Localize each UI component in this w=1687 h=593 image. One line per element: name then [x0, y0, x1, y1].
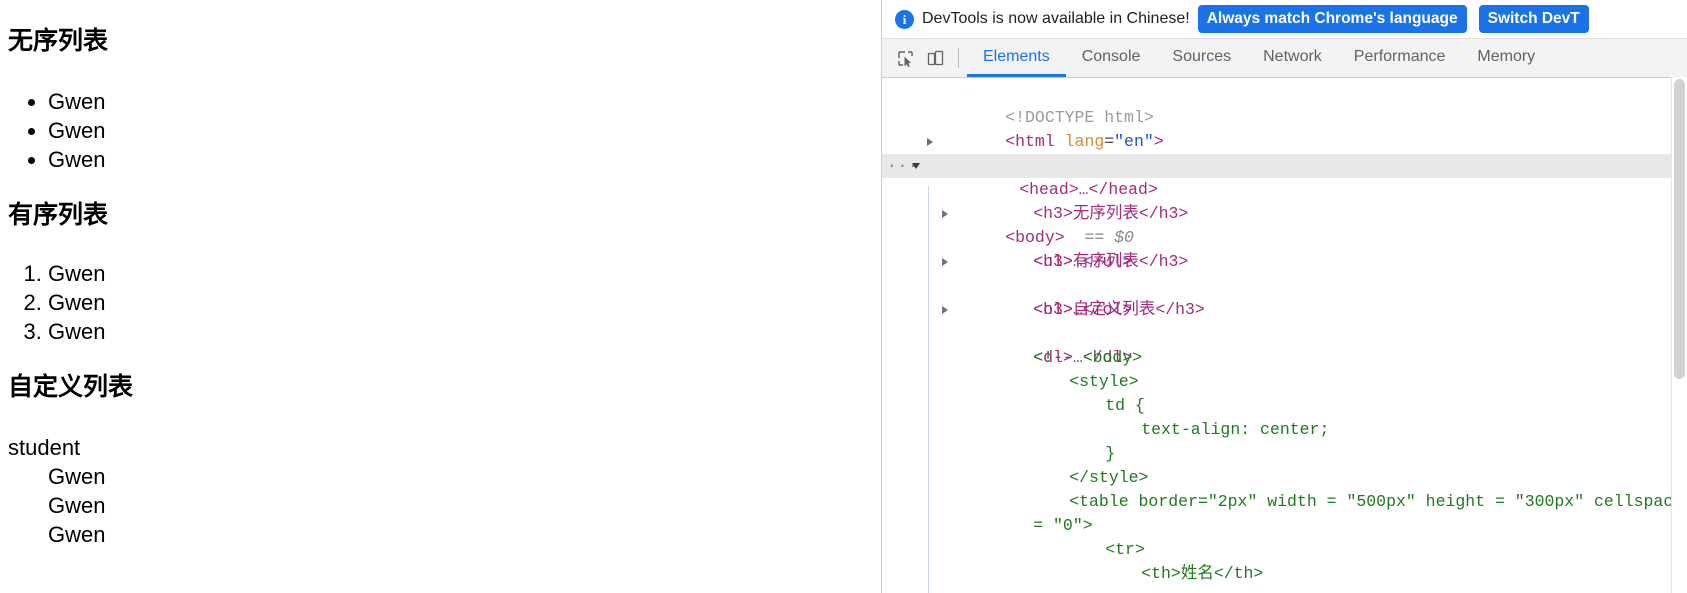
- tab-performance[interactable]: Performance: [1338, 39, 1462, 77]
- definition-description: Gwen: [48, 522, 106, 547]
- definition-list: student Gwen Gwen Gwen: [8, 433, 105, 549]
- dom-node-comment-line-6[interactable]: </style>: [882, 442, 1687, 487]
- page-heading-unordered: 无序列表: [8, 27, 109, 55]
- rendered-page-viewport: 无序列表 Gwen Gwen Gwen 有序列表 Gwen Gwen Gwen …: [0, 0, 881, 593]
- list-item: Gwen: [48, 317, 105, 346]
- dom-node-ol[interactable]: <ol>…</ol>: [882, 250, 1687, 319]
- dom-node-comment-line-5[interactable]: }: [882, 418, 1687, 463]
- banner-message: DevTools is now available in Chinese!: [922, 10, 1190, 27]
- dom-node-head[interactable]: <head>…</head>: [882, 130, 1687, 199]
- collapse-triangle-icon[interactable]: [912, 163, 920, 173]
- page-heading-definition: 自定义列表: [8, 373, 134, 401]
- expand-triangle-icon[interactable]: [942, 257, 948, 266]
- list-item: Gwen: [48, 259, 105, 288]
- definition-term: student: [8, 435, 81, 460]
- devtools-tabbar: Elements Console Sources Network Perform…: [882, 39, 1687, 78]
- dom-node-body[interactable]: ··· <body> == $0: [882, 154, 1687, 247]
- expand-triangle-icon[interactable]: [927, 137, 933, 146]
- expand-triangle-icon[interactable]: [942, 209, 948, 218]
- page-heading-ordered: 有序列表: [8, 201, 109, 229]
- dom-node-h3-ordered[interactable]: <h3>有序列表</h3>: [882, 226, 1687, 271]
- ordered-list: Gwen Gwen Gwen: [0, 259, 105, 346]
- list-item: Gwen: [48, 145, 105, 174]
- dom-node-comment-line-1[interactable]: <!-- <body>: [882, 322, 1687, 367]
- browser-screen: 无序列表 Gwen Gwen Gwen 有序列表 Gwen Gwen Gwen …: [0, 0, 1687, 593]
- dom-tree[interactable]: <!DOCTYPE html> <html lang="en"> <head>……: [882, 78, 1687, 593]
- dom-node-dl[interactable]: <dl>…</dl>: [882, 298, 1687, 367]
- dom-node-comment-line-8[interactable]: = "0">: [882, 490, 1687, 535]
- tab-elements[interactable]: Elements: [967, 39, 1066, 77]
- dom-node-html[interactable]: <html lang="en">: [882, 106, 1687, 151]
- dom-node-doctype[interactable]: <!DOCTYPE html>: [882, 82, 1687, 127]
- devtools-language-banner: i DevTools is now available in Chinese! …: [882, 0, 1687, 39]
- dom-node-h3-unordered[interactable]: <h3>无序列表</h3>: [882, 178, 1687, 223]
- list-item: Gwen: [48, 116, 105, 145]
- unordered-list: Gwen Gwen Gwen: [0, 87, 105, 174]
- dom-node-comment-line-3[interactable]: td {: [882, 370, 1687, 415]
- dom-node-comment-line-4[interactable]: text-align: center;: [882, 394, 1687, 439]
- list-item: Gwen: [48, 288, 105, 317]
- tab-console[interactable]: Console: [1066, 39, 1157, 77]
- definition-description: Gwen: [48, 493, 106, 518]
- list-item: Gwen: [48, 87, 105, 116]
- toolbar-divider: [958, 48, 959, 68]
- scrollbar-thumb[interactable]: [1674, 79, 1685, 379]
- dom-node-comment-line-9[interactable]: <tr>: [882, 514, 1687, 559]
- tab-memory[interactable]: Memory: [1461, 39, 1551, 77]
- device-toolbar-icon[interactable]: [920, 39, 950, 77]
- info-icon: i: [895, 9, 914, 29]
- expand-triangle-icon[interactable]: [942, 305, 948, 314]
- tab-sources[interactable]: Sources: [1156, 39, 1247, 77]
- dom-node-comment-line-10[interactable]: <th>姓名</th>: [882, 538, 1687, 583]
- tab-network[interactable]: Network: [1247, 39, 1338, 77]
- devtools-panel: i DevTools is now available in Chinese! …: [881, 0, 1687, 593]
- always-match-chrome-language-button[interactable]: Always match Chrome's language: [1197, 5, 1467, 33]
- switch-devtools-language-button[interactable]: Switch DevT: [1478, 5, 1589, 33]
- inspect-element-cursor-icon[interactable]: [890, 39, 920, 77]
- dom-node-comment-line-7[interactable]: <table border="2px" width = "500px" heig…: [882, 466, 1687, 511]
- dom-node-ul[interactable]: <ul>…</ul>: [882, 202, 1687, 271]
- dom-node-h3-definition[interactable]: <h3>自定义列表</h3>: [882, 274, 1687, 319]
- dom-node-comment-line-2[interactable]: <style>: [882, 346, 1687, 391]
- dom-tree-scrollbar[interactable]: [1671, 77, 1687, 593]
- definition-description: Gwen: [48, 464, 106, 489]
